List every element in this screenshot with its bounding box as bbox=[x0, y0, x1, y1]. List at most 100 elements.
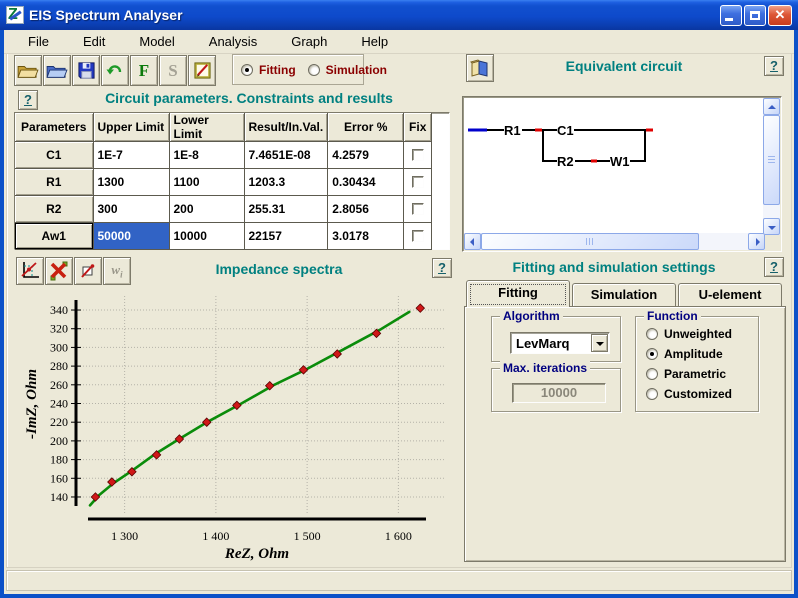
error-cell[interactable]: 2.8056 bbox=[328, 196, 404, 223]
fix-checkbox[interactable] bbox=[412, 203, 424, 215]
max-iterations-input[interactable]: 10000 bbox=[512, 383, 606, 403]
fix-cell bbox=[404, 196, 432, 223]
unweighted-radio[interactable] bbox=[646, 328, 658, 340]
scroll-left-button[interactable] bbox=[464, 233, 481, 250]
result-cell[interactable]: 7.4651E-08 bbox=[244, 142, 328, 169]
tab-fitting[interactable]: Fitting bbox=[466, 280, 570, 307]
arrow-left-icon bbox=[470, 238, 474, 246]
delete-points-button[interactable] bbox=[45, 257, 73, 285]
fix-checkbox[interactable] bbox=[412, 149, 424, 161]
result-cell[interactable]: 1203.3 bbox=[244, 169, 328, 196]
col-header-result: Result/In.Val. bbox=[244, 113, 328, 142]
function-option-unweighted[interactable]: Unweighted bbox=[646, 327, 732, 341]
error-cell[interactable]: 4.2579 bbox=[328, 142, 404, 169]
circuit-horizontal-scrollbar[interactable] bbox=[464, 233, 765, 250]
title-bar[interactable]: Z EIS Spectrum Analyser ✕ bbox=[0, 0, 798, 30]
circuit-library-button[interactable] bbox=[466, 54, 494, 82]
table-row: Aw1 50000 10000 22157 3.0178 bbox=[15, 223, 432, 250]
params-help-button[interactable]: ? bbox=[18, 90, 38, 110]
svg-text:340: 340 bbox=[50, 303, 68, 317]
minimize-button[interactable] bbox=[720, 5, 742, 26]
spectra-help-button[interactable]: ? bbox=[432, 258, 452, 278]
plot-scale-button[interactable] bbox=[16, 257, 44, 285]
scroll-down-button[interactable] bbox=[763, 218, 780, 235]
fit-button[interactable]: F bbox=[130, 55, 158, 86]
circuit-vertical-scrollbar[interactable] bbox=[763, 98, 780, 235]
error-cell[interactable]: 3.0178 bbox=[328, 223, 404, 250]
circuit-editor: R1 C1 R2 W1 bbox=[462, 96, 782, 252]
lower-limit-cell[interactable]: 1E-8 bbox=[169, 142, 244, 169]
menu-model[interactable]: Model bbox=[129, 31, 184, 52]
fitting-radio-label: Fitting bbox=[259, 63, 296, 77]
menu-graph[interactable]: Graph bbox=[281, 31, 337, 52]
menu-file[interactable]: File bbox=[18, 31, 59, 52]
col-header-error: Error % bbox=[328, 113, 404, 142]
svg-text:260: 260 bbox=[50, 378, 68, 392]
svg-text:280: 280 bbox=[50, 359, 68, 373]
algorithm-select[interactable]: LevMarq bbox=[510, 332, 610, 354]
result-cell[interactable]: 255.31 bbox=[244, 196, 328, 223]
svg-text:200: 200 bbox=[50, 434, 68, 448]
upper-limit-cell[interactable]: 300 bbox=[93, 196, 169, 223]
upper-limit-cell[interactable]: 1300 bbox=[93, 169, 169, 196]
tab-simulation[interactable]: Simulation bbox=[572, 283, 676, 306]
parameters-table: Parameters Upper Limit Lower Limit Resul… bbox=[14, 112, 450, 250]
scroll-right-button[interactable] bbox=[748, 233, 765, 250]
lower-limit-cell[interactable]: 1100 bbox=[169, 169, 244, 196]
fix-checkbox[interactable] bbox=[412, 176, 424, 188]
vertical-scroll-thumb[interactable] bbox=[763, 115, 780, 205]
customized-radio[interactable] bbox=[646, 388, 658, 400]
weights-button[interactable]: wi bbox=[103, 257, 131, 285]
svg-text:180: 180 bbox=[50, 453, 68, 467]
param-name-cell[interactable]: R2 bbox=[15, 196, 93, 223]
settings-help-button[interactable]: ? bbox=[764, 257, 784, 277]
close-button[interactable]: ✕ bbox=[768, 5, 792, 26]
fix-cell bbox=[404, 223, 432, 250]
max-iterations-label: Max. iterations bbox=[500, 361, 590, 375]
function-option-parametric[interactable]: Parametric bbox=[646, 367, 726, 381]
dropdown-button[interactable] bbox=[591, 334, 608, 352]
edit-model-button[interactable] bbox=[188, 55, 216, 86]
impedance-spectra-chart[interactable]: 1401601802002202402602803003203401 3001 … bbox=[12, 292, 456, 564]
fix-checkbox[interactable] bbox=[412, 230, 424, 242]
arrow-right-icon bbox=[756, 238, 760, 246]
menu-help[interactable]: Help bbox=[351, 31, 398, 52]
error-cell[interactable]: 0.30434 bbox=[328, 169, 404, 196]
fitting-radio[interactable] bbox=[241, 64, 253, 76]
result-cell[interactable]: 22157 bbox=[244, 223, 328, 250]
upper-limit-cell-selected[interactable]: 50000 bbox=[93, 223, 169, 250]
undo-button[interactable] bbox=[101, 55, 129, 86]
menu-edit[interactable]: Edit bbox=[73, 31, 115, 52]
simulate-button[interactable]: S bbox=[159, 55, 187, 86]
open-model-button[interactable] bbox=[43, 55, 71, 86]
param-name-cell[interactable]: C1 bbox=[15, 142, 93, 169]
function-option-amplitude[interactable]: Amplitude bbox=[646, 347, 723, 361]
lower-limit-cell[interactable]: 10000 bbox=[169, 223, 244, 250]
circuit-element-label: C1 bbox=[557, 123, 574, 138]
algorithm-label: Algorithm bbox=[500, 309, 563, 323]
svg-text:220: 220 bbox=[50, 415, 68, 429]
parametric-radio[interactable] bbox=[646, 368, 658, 380]
param-name-cell[interactable]: R1 bbox=[15, 169, 93, 196]
svg-text:140: 140 bbox=[50, 490, 68, 504]
lower-limit-cell[interactable]: 200 bbox=[169, 196, 244, 223]
app-window: Z EIS Spectrum Analyser ✕ File Edit Mode… bbox=[0, 0, 798, 598]
arrow-down-icon bbox=[768, 226, 776, 230]
scroll-up-button[interactable] bbox=[763, 98, 780, 115]
menu-analysis[interactable]: Analysis bbox=[199, 31, 267, 52]
circuit-canvas[interactable]: R1 C1 R2 W1 bbox=[464, 98, 765, 235]
simulation-radio[interactable] bbox=[308, 64, 320, 76]
tab-u-element[interactable]: U-element bbox=[678, 283, 782, 306]
function-option-customized[interactable]: Customized bbox=[646, 387, 732, 401]
circuit-help-button[interactable]: ? bbox=[764, 56, 784, 76]
save-button[interactable] bbox=[72, 55, 100, 86]
col-header-upper: Upper Limit bbox=[93, 113, 169, 142]
open-data-button[interactable] bbox=[14, 55, 42, 86]
amplitude-radio[interactable] bbox=[646, 348, 658, 360]
param-name-cell[interactable]: Aw1 bbox=[15, 223, 93, 250]
horizontal-scroll-thumb[interactable] bbox=[481, 233, 699, 250]
upper-limit-cell[interactable]: 1E-7 bbox=[93, 142, 169, 169]
svg-text:160: 160 bbox=[50, 471, 68, 485]
exclude-point-button[interactable] bbox=[74, 257, 102, 285]
maximize-button[interactable] bbox=[744, 5, 766, 26]
